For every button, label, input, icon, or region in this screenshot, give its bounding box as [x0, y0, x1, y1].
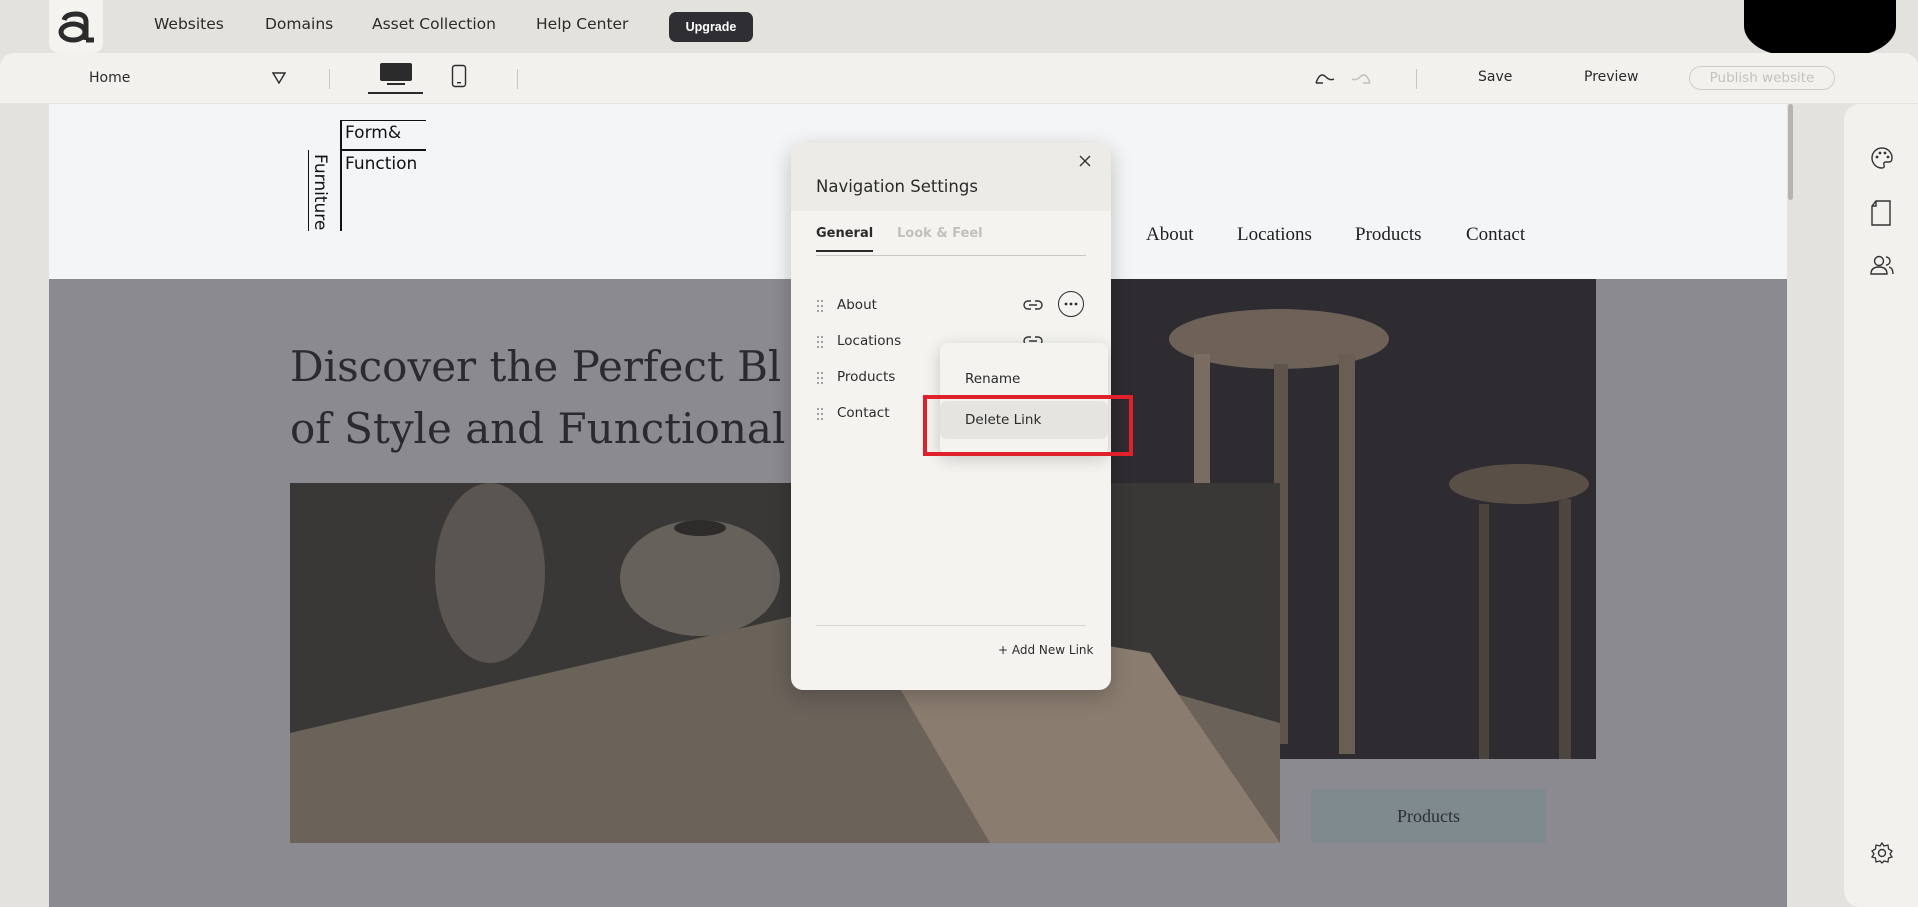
drag-handle-icon[interactable] [816, 371, 824, 385]
nav-domains[interactable]: Domains [265, 15, 333, 33]
modal-title: Navigation Settings [816, 177, 978, 196]
link-icon[interactable] [1023, 299, 1043, 311]
tabs-divider [816, 255, 1086, 256]
app-logo[interactable] [49, 0, 103, 53]
modal-footer-divider [816, 625, 1086, 626]
drag-handle-icon[interactable] [816, 407, 824, 421]
drag-handle-icon[interactable] [816, 299, 824, 313]
site-nav-about[interactable]: About [1146, 224, 1194, 246]
site-nav-locations[interactable]: Locations [1237, 224, 1312, 246]
gear-icon[interactable] [1870, 841, 1894, 865]
toolbar-divider [1416, 69, 1417, 89]
more-horizontal-icon [1064, 302, 1078, 306]
nav-link-label: Products [837, 369, 896, 385]
nav-link-label: Contact [837, 405, 890, 421]
drag-handle-icon[interactable] [816, 335, 824, 349]
toolbar-divider [329, 69, 330, 89]
nav-link-label: Locations [837, 333, 902, 349]
top-navigation: Websites Domains Asset Collection Help C… [0, 0, 1918, 56]
highlight-annotation [923, 395, 1133, 456]
palette-icon[interactable] [1870, 146, 1894, 170]
close-button[interactable] [1075, 153, 1095, 173]
tab-look-and-feel[interactable]: Look & Feel [897, 226, 983, 250]
nav-link-label: About [837, 297, 877, 313]
hero-vase-image[interactable] [290, 483, 1280, 843]
save-button[interactable]: Save [1478, 69, 1512, 85]
redo-icon[interactable] [1350, 69, 1372, 87]
site-nav-contact[interactable]: Contact [1466, 224, 1525, 246]
publish-website-button[interactable]: Publish website [1689, 66, 1835, 90]
brand-logo[interactable]: Form& Function Furniture [308, 120, 428, 235]
editor-toolbar: Home Save Preview Publish website [0, 53, 1918, 103]
products-cta-button[interactable]: Products [1311, 789, 1546, 843]
mobile-view-icon[interactable] [451, 64, 467, 88]
nav-link-row[interactable]: About [816, 291, 1096, 317]
canvas-scrollbar[interactable] [1787, 104, 1794, 907]
nav-help-center[interactable]: Help Center [536, 15, 628, 33]
chevron-down-icon[interactable] [272, 72, 286, 84]
brand-vertical: Furniture [310, 154, 330, 231]
preview-button[interactable]: Preview [1584, 69, 1639, 85]
avatar[interactable] [1744, 0, 1896, 56]
toolbar-divider [517, 69, 518, 89]
users-icon[interactable] [1870, 254, 1894, 276]
close-icon [1079, 155, 1091, 167]
rename-menu-item[interactable]: Rename [940, 360, 1108, 398]
page-icon[interactable] [1870, 200, 1892, 226]
more-options-button[interactable] [1058, 291, 1084, 317]
context-menu-caret [1066, 329, 1094, 343]
site-nav-products[interactable]: Products [1355, 224, 1422, 246]
page-select[interactable]: Home [89, 70, 130, 86]
nav-websites[interactable]: Websites [154, 15, 224, 33]
nav-asset-collection[interactable]: Asset Collection [372, 15, 496, 33]
brand-line-2: Function [345, 154, 418, 174]
upgrade-button[interactable]: Upgrade [669, 12, 753, 42]
app-logo-icon [58, 10, 94, 42]
modal-header: Navigation Settings [791, 143, 1111, 211]
scrollbar-thumb[interactable] [1788, 104, 1793, 200]
add-new-link-button[interactable]: + Add New Link [998, 643, 1093, 657]
undo-icon[interactable] [1314, 69, 1336, 87]
vase-illustration [290, 483, 1280, 843]
desktop-icon [379, 63, 412, 85]
tab-general[interactable]: General [816, 226, 874, 252]
desktop-view-button[interactable] [368, 62, 423, 94]
brand-line-1: Form& [345, 123, 402, 143]
right-tool-panel [1844, 104, 1918, 907]
